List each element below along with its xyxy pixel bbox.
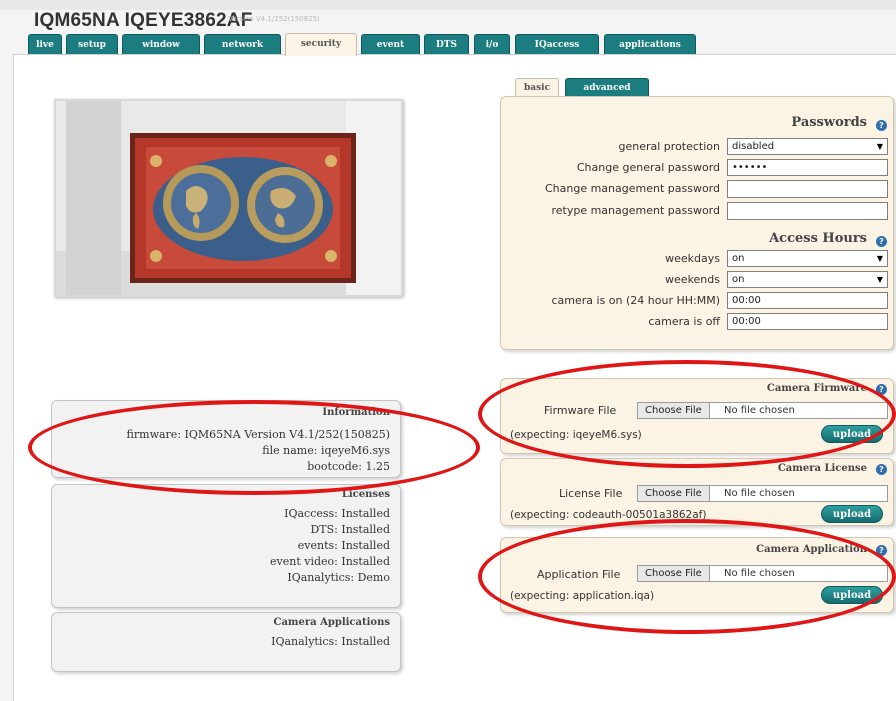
access-hours-title: Access Hours (769, 231, 867, 246)
license-item: event video: Installed (270, 555, 390, 568)
licenses-title: Licenses (341, 489, 390, 500)
general-protection-value: disabled (732, 141, 775, 152)
application-item: IQanalytics: Installed (271, 635, 390, 648)
license-upload-button[interactable]: upload (821, 505, 883, 523)
chevron-down-icon: ▼ (876, 275, 883, 284)
license-item: IQanalytics: Demo (287, 571, 390, 584)
camera-license-title: Camera License (777, 463, 867, 474)
camera-preview-image (56, 101, 401, 295)
camera-on-field[interactable]: 00:00 (727, 292, 888, 309)
highlight-ellipse-firmware (478, 360, 896, 468)
passwords-title: Passwords (791, 115, 867, 130)
tab-iqaccess[interactable]: IQaccess (515, 34, 599, 54)
retype-management-password-field[interactable] (727, 202, 888, 220)
choose-file-button[interactable]: Choose File (638, 486, 710, 501)
highlight-ellipse-application (478, 519, 896, 634)
tab-dts[interactable]: DTS (424, 34, 469, 54)
no-file-chosen: No file chosen (724, 488, 795, 499)
weekends-label: weekends (665, 273, 720, 286)
license-file-label: License File (559, 487, 623, 500)
camera-on-label: camera is on (24 hour HH:MM) (551, 294, 720, 307)
general-protection-select[interactable]: disabled ▼ (727, 138, 888, 155)
tab-event[interactable]: event (361, 34, 420, 54)
help-icon[interactable]: ? (876, 464, 887, 475)
tab-security[interactable]: security (285, 33, 357, 56)
tab-window[interactable]: window (122, 34, 200, 54)
weekends-select[interactable]: on ▼ (727, 271, 888, 288)
camera-license-panel: Camera License ? License File Choose Fil… (500, 458, 894, 526)
device-version: Version V4.1/252(150825) (228, 15, 320, 23)
help-icon[interactable]: ? (876, 120, 887, 131)
tab-setup[interactable]: setup (66, 34, 118, 54)
license-file-input[interactable]: Choose File No file chosen (637, 485, 888, 502)
tab-applications[interactable]: applications (604, 34, 696, 54)
weekends-value: on (732, 274, 745, 285)
top-strip (0, 0, 896, 10)
camera-applications-title: Camera Applications (273, 617, 390, 628)
chevron-down-icon: ▼ (876, 254, 883, 263)
camera-applications-box: Camera Applications IQanalytics: Install… (51, 612, 401, 672)
camera-off-field[interactable]: 00:00 (727, 313, 888, 330)
general-password-field[interactable]: •••••• (727, 159, 888, 176)
change-general-password-label: Change general password (576, 161, 720, 174)
retype-management-password-label: retype management password (551, 204, 720, 217)
subtab-basic[interactable]: basic (515, 78, 559, 96)
license-item: events: Installed (297, 539, 390, 552)
device-title: IQM65NA IQEYE3862AF (34, 10, 253, 31)
tab-io[interactable]: i/o (474, 34, 510, 54)
tab-live[interactable]: live (28, 34, 62, 54)
camera-preview (54, 99, 403, 297)
chevron-down-icon: ▼ (876, 142, 883, 151)
general-protection-label: general protection (618, 140, 721, 153)
subtab-advanced[interactable]: advanced (565, 78, 649, 96)
tab-network[interactable]: network (204, 34, 281, 54)
weekdays-label: weekdays (665, 252, 720, 265)
management-password-field[interactable] (727, 180, 888, 198)
passwords-panel: Passwords ? general protection disabled ▼… (500, 96, 894, 350)
weekdays-select[interactable]: on ▼ (727, 250, 888, 267)
license-item: DTS: Installed (310, 523, 390, 536)
weekdays-value: on (732, 253, 745, 264)
licenses-box: Licenses IQaccess: Installed DTS: Instal… (51, 484, 401, 608)
help-icon[interactable]: ? (876, 236, 887, 247)
license-item: IQaccess: Installed (284, 507, 390, 520)
camera-off-label: camera is off (648, 315, 720, 328)
highlight-ellipse-information (28, 400, 480, 495)
change-management-password-label: Change management password (544, 182, 720, 195)
